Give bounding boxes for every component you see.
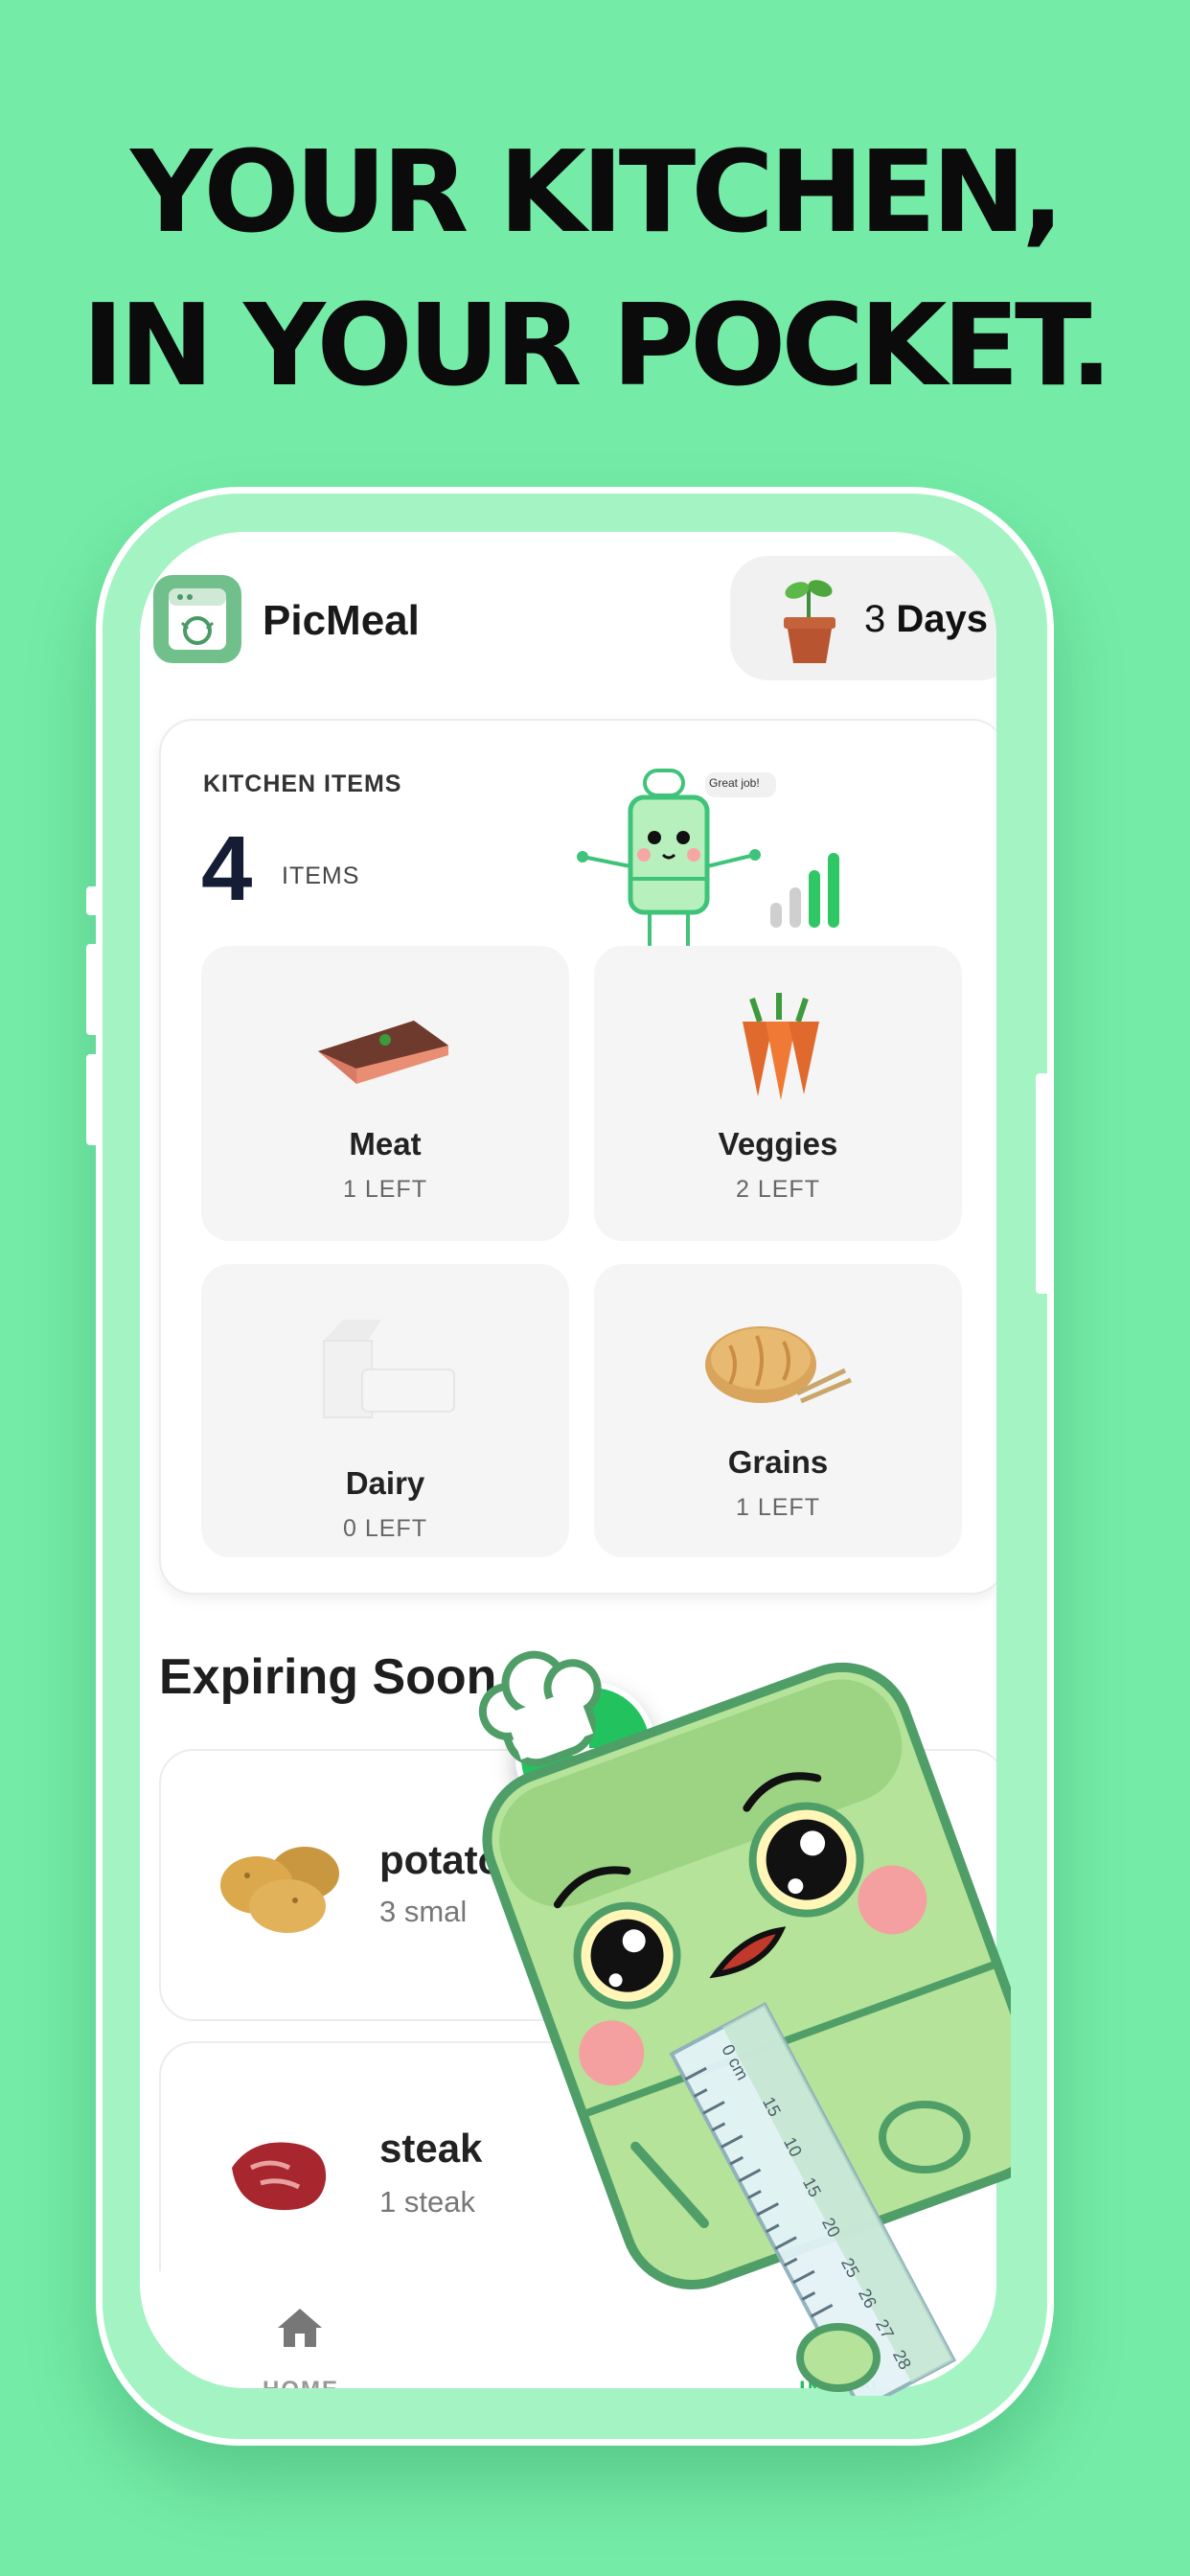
milk-icon	[305, 1312, 468, 1432]
category-count-veggies: 2 LEFT	[736, 1176, 820, 1203]
kitchen-items-unit: ITEMS	[282, 862, 360, 889]
streak-text: 3 Days	[864, 598, 988, 641]
category-tile-dairy[interactable]: Dairy 0 LEFT	[201, 1264, 569, 1557]
fridge-icon[interactable]	[153, 575, 241, 663]
bread-icon	[701, 1317, 855, 1417]
expiring-item-name: steak	[379, 2126, 483, 2171]
category-name-grains: Grains	[727, 1444, 829, 1480]
category-count-dairy: 0 LEFT	[343, 1515, 427, 1542]
mascot-illustration: Great job!	[563, 759, 870, 951]
speech-bubble: Great job!	[709, 776, 760, 790]
expiring-item-qty: 3 smal	[379, 1895, 468, 1928]
expiring-item-qty: 1 steak	[379, 2185, 475, 2219]
steak-icon	[222, 2129, 337, 2230]
phone-volume-up	[86, 944, 100, 1035]
kitchen-items-card: KITCHEN ITEMS 4 ITEMS Great job! Meat 1 …	[159, 719, 996, 1595]
phone-volume-down	[86, 1054, 100, 1145]
category-name-veggies: Veggies	[718, 1126, 838, 1162]
kitchen-items-label: KITCHEN ITEMS	[203, 770, 402, 797]
category-name-meat: Meat	[349, 1126, 422, 1162]
category-name-dairy: Dairy	[345, 1465, 425, 1501]
sprout-icon	[776, 575, 843, 672]
category-count-grains: 1 LEFT	[736, 1494, 820, 1521]
carrot-icon	[723, 989, 838, 1109]
phone-side-button	[86, 886, 100, 915]
headline-line-1: YOUR KITCHEN,	[130, 126, 1064, 258]
home-icon[interactable]	[274, 2305, 326, 2354]
phone-power-button	[1036, 1073, 1049, 1294]
headline-line-2: IN YOUR POCKET.	[81, 279, 1113, 411]
potato-icon	[209, 1828, 353, 1947]
category-tile-veggies[interactable]: Veggies 2 LEFT	[594, 946, 962, 1241]
streak-count: 3	[864, 598, 886, 640]
streak-unit: Days	[896, 598, 988, 640]
category-count-meat: 1 LEFT	[343, 1176, 427, 1203]
category-tile-grains[interactable]: Grains 1 LEFT	[594, 1264, 962, 1557]
category-tile-meat[interactable]: Meat 1 LEFT	[201, 946, 569, 1241]
salmon-icon	[309, 1003, 452, 1100]
headline: YOUR KITCHEN, IN YOUR POCKET.	[0, 115, 1190, 422]
nav-home-label[interactable]: HOME	[263, 2377, 339, 2388]
expiring-soon-title: Expiring Soon	[159, 1649, 497, 1705]
kitchen-items-count: 4	[201, 817, 253, 920]
streak-badge[interactable]: 3 Days	[730, 556, 996, 680]
mascot-with-ruler-illustration: 0 cm 15 10 15 20 25 26 27 28	[474, 1600, 1052, 2412]
app-name: PicMeal	[263, 597, 420, 644]
